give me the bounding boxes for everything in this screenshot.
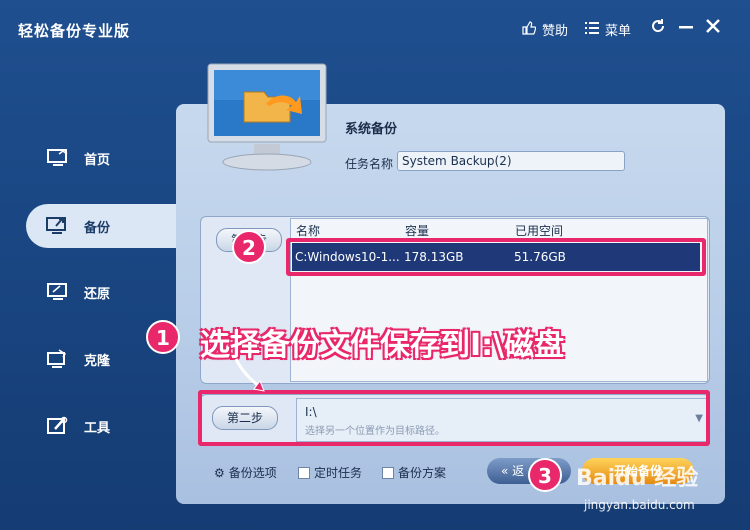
title-bar: 轻松备份专业版 赞助 菜单 xyxy=(0,0,750,60)
thumbs-up-icon xyxy=(522,20,537,39)
backup-scheme-label: 备份方案 xyxy=(398,466,447,480)
annotation-badge-2: 2 xyxy=(232,230,266,264)
sidebar-item-home[interactable]: 首页 xyxy=(26,136,176,180)
menu-label: 菜单 xyxy=(605,24,632,39)
app-title: 轻松备份专业版 xyxy=(18,22,131,40)
scheduled-task-checkbox[interactable]: 定时任务 xyxy=(298,464,362,481)
tools-icon xyxy=(46,415,70,437)
task-name-input[interactable] xyxy=(397,151,625,171)
watermark-url: jingyan.baidu.com xyxy=(584,498,695,512)
checkbox-icon xyxy=(382,466,394,479)
backup-options-link[interactable]: ⚙ 备份选项 xyxy=(214,464,277,481)
sidebar-item-label: 克隆 xyxy=(84,353,111,369)
column-header-capacity: 容量 xyxy=(405,224,430,238)
column-header-name: 名称 xyxy=(296,224,321,238)
backup-options-label: 备份选项 xyxy=(228,466,277,480)
system-backup-monitor-icon xyxy=(206,62,330,174)
gear-icon: ⚙ xyxy=(214,465,225,480)
menu-button[interactable]: 菜单 xyxy=(585,20,631,39)
annotation-arrow-icon xyxy=(234,358,265,392)
list-menu-icon xyxy=(585,21,599,38)
annotation-badge-1: 1 xyxy=(146,320,180,354)
scheduled-task-label: 定时任务 xyxy=(314,466,363,480)
sidebar-item-label: 首页 xyxy=(84,152,111,168)
column-header-used: 已用空间 xyxy=(515,224,564,238)
close-icon[interactable] xyxy=(706,18,720,38)
sidebar-item-restore[interactable]: 还原 xyxy=(26,270,176,314)
sidebar-item-label: 备份 xyxy=(84,220,111,236)
sponsor-label: 赞助 xyxy=(542,24,569,39)
annotation-badge-3: 3 xyxy=(528,458,562,492)
highlight-partition-row xyxy=(286,238,706,276)
sponsor-button[interactable]: 赞助 xyxy=(522,20,568,39)
highlight-destination xyxy=(198,390,710,446)
task-name-label: 任务名称 xyxy=(345,157,394,171)
app-window: 轻松备份专业版 赞助 菜单 首页 备份 还原 克隆 工具 系统备份 任务名称 S… xyxy=(0,0,750,530)
minimize-icon[interactable] xyxy=(679,18,693,38)
sidebar-item-label: 还原 xyxy=(84,286,111,302)
backup-monitor-icon xyxy=(46,215,70,237)
backup-scheme-checkbox[interactable]: 备份方案 xyxy=(382,464,446,481)
section-title: 系统备份 xyxy=(345,122,398,137)
refresh-icon[interactable] xyxy=(650,18,666,38)
sidebar-item-label: 工具 xyxy=(84,420,111,436)
restore-monitor-icon xyxy=(46,281,70,303)
home-monitor-icon xyxy=(46,147,70,169)
clone-monitor-icon xyxy=(46,348,70,370)
baidu-watermark: Baidu 经验 xyxy=(576,466,699,491)
sidebar-item-backup[interactable]: 备份 xyxy=(26,204,180,248)
sidebar-item-tools[interactable]: 工具 xyxy=(26,404,176,448)
checkbox-icon xyxy=(298,466,310,479)
